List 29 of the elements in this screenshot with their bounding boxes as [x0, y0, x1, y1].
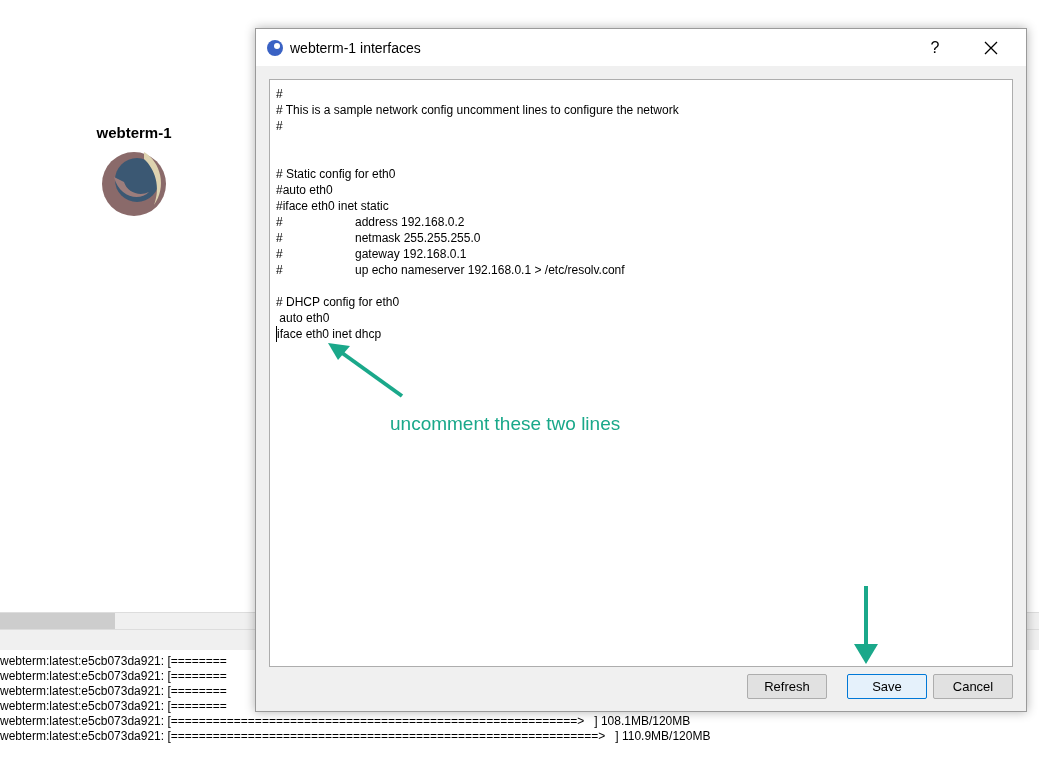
- editor-line: #: [276, 118, 284, 134]
- log-line: webterm:latest:e5cb073da921: [========: [0, 669, 227, 684]
- editor-line: # Static config for eth0: [276, 166, 397, 182]
- editor-line: auto eth0: [278, 310, 331, 326]
- dialog-button[interactable]: Save: [847, 674, 927, 699]
- node-label: webterm-1: [96, 124, 172, 141]
- editor-line: #auto eth0: [276, 182, 334, 198]
- editor-line: # up echo nameserver 192.168.0.1 > /etc/resolv.conf: [276, 262, 626, 278]
- chameleon-icon: [266, 38, 284, 57]
- dialog-button[interactable]: Cancel: [933, 674, 1013, 699]
- editor-line: # DHCP config for eth0: [276, 294, 401, 310]
- log-line: webterm:latest:e5cb073da921: [==========================================================> ] 108.1MB/120MB: [0, 714, 691, 729]
- annotation-text: uncomment these two lines: [390, 413, 621, 435]
- log-line: webterm:latest:e5cb073da921: [========: [0, 699, 227, 714]
- editor-line: #: [276, 86, 284, 102]
- help-button[interactable]: ?: [910, 29, 960, 66]
- editor-line: # netmask 255.255.255.0: [276, 230, 482, 246]
- dialog-button[interactable]: Refresh: [747, 674, 827, 699]
- close-icon: [984, 40, 998, 55]
- log-line: webterm:latest:e5cb073da921: [========: [0, 684, 227, 699]
- editor-line: # gateway 192.168.0.1: [276, 246, 468, 262]
- editor-line: # address 192.168.0.2: [276, 214, 466, 230]
- log-line: webterm:latest:e5cb073da921: [========: [0, 654, 227, 669]
- window-title: webterm-1 interfaces: [290, 39, 422, 56]
- text-editor[interactable]: [269, 79, 1013, 667]
- log-line: webterm:latest:e5cb073da921: [=============================================================> ] 110.9MB/120MB: [0, 729, 711, 744]
- editor-line: # This is a sample network config uncomment lines to configure the network: [276, 102, 680, 118]
- editor-line: iface eth0 inet dhcp: [276, 326, 383, 342]
- editor-line: #iface eth0 inet static: [276, 198, 390, 214]
